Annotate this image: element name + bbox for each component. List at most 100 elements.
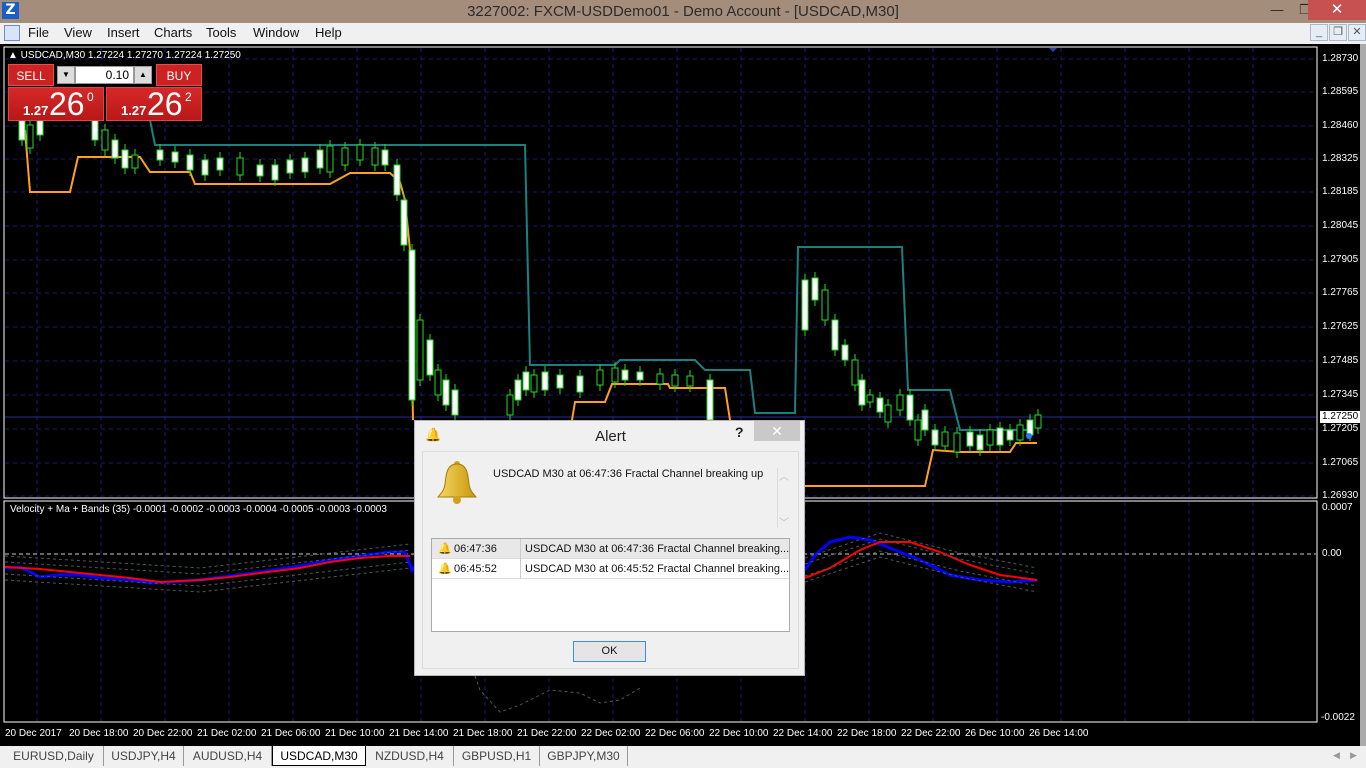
time-axis-label: 22 Dec 02:00	[581, 728, 641, 739]
time-axis-label: 21 Dec 06:00	[261, 728, 321, 739]
tab-nzdusd-h4[interactable]: NZDUSD,H4	[366, 746, 454, 766]
sell-price-prefix: 1.27	[23, 103, 49, 118]
lot-size-input[interactable]: 0.10	[75, 66, 134, 84]
candle-body	[541, 371, 549, 391]
scroll-tabs-right-icon[interactable]: ▶	[1350, 750, 1357, 761]
alert-title: Alert	[595, 428, 626, 445]
list-item[interactable]: 🔔 06:45:52 USDCAD M30 at 06:45:52 Fracta…	[432, 559, 789, 579]
alert-history-message: USDCAD M30 at 06:45:52 Fractal Channel b…	[525, 563, 790, 575]
candle-body	[91, 119, 99, 141]
scroll-up-icon[interactable]: ︿	[779, 468, 789, 483]
tab-usdjpy-h4[interactable]: USDJPY,H4	[104, 746, 184, 766]
candle-body	[811, 277, 819, 301]
price-axis-label: 1.27485	[1322, 355, 1359, 366]
price-axis-label: 1.27205	[1322, 423, 1359, 434]
candle-body	[186, 154, 194, 171]
alert-content: USDCAD M30 at 06:47:36 Fractal Channel b…	[422, 451, 799, 669]
candle-body	[316, 149, 324, 169]
price-axis-label: 1.27905	[1322, 254, 1359, 265]
candle-body	[996, 427, 1004, 446]
candle-body	[706, 379, 714, 421]
scroll-down-icon[interactable]: ﹀	[779, 514, 789, 529]
candle-body	[576, 375, 584, 393]
candle-body	[821, 289, 829, 321]
alert-close-button[interactable]: ✕	[754, 421, 800, 441]
candle-body	[356, 144, 364, 161]
price-axis-label: 1.26930	[1322, 490, 1359, 501]
tab-gbpusd-h1[interactable]: GBPUSD,H1	[454, 746, 540, 766]
lot-decrease-button[interactable]: ▼	[57, 66, 75, 84]
candle-body	[393, 164, 401, 196]
candle-body	[236, 157, 244, 176]
column-divider	[520, 539, 521, 559]
alert-history-list[interactable]: 🔔 06:47:36 USDCAD M30 at 06:47:36 Fracta…	[431, 538, 790, 632]
vertical-scrollbar[interactable]	[1360, 44, 1366, 746]
candle-body	[131, 154, 139, 169]
candle-body	[841, 344, 849, 361]
scroll-tabs-left-icon[interactable]: ◀	[1333, 750, 1340, 761]
bell-icon: 🔔	[438, 543, 452, 555]
price-axis-label: 1.28045	[1322, 220, 1359, 231]
candle-body	[914, 419, 922, 441]
price-axis-label: 1.27625	[1322, 321, 1359, 332]
price-axis-label: 1.27065	[1322, 457, 1359, 468]
sell-button[interactable]: SELL	[8, 64, 54, 86]
candle-body	[301, 157, 309, 173]
candle-body	[530, 374, 538, 393]
candle-body	[26, 124, 34, 149]
candle-body	[966, 431, 974, 447]
tab-usdcad-m30[interactable]: USDCAD,M30	[272, 746, 366, 766]
buy-button[interactable]: BUY	[156, 64, 202, 86]
candle-body	[1034, 414, 1042, 429]
candle-body	[442, 379, 450, 406]
candle-body	[381, 149, 389, 166]
candle-body	[451, 389, 459, 416]
buy-price-button[interactable]: 1.27 26 2	[106, 86, 202, 122]
candle-body	[671, 374, 679, 387]
help-button[interactable]: ?	[735, 424, 744, 440]
ok-button[interactable]: OK	[573, 641, 646, 662]
chart-header: ▲ USDCAD,M30 1.27224 1.27270 1.27224 1.2…	[8, 50, 241, 61]
candle-body	[851, 359, 859, 386]
candle-body	[596, 369, 604, 386]
alert-message: USDCAD M30 at 06:47:36 Fractal Channel b…	[493, 468, 764, 480]
current-price-label: 1.27250	[1320, 411, 1360, 423]
candle-body	[514, 379, 522, 401]
indicator-axis-label: -0.0022	[1321, 712, 1355, 723]
candle-body	[686, 375, 694, 387]
candle-body	[931, 429, 939, 446]
alert-time: 06:45:52	[454, 563, 497, 575]
column-divider	[520, 559, 521, 579]
candle-body	[986, 429, 994, 446]
alert-history-message: USDCAD M30 at 06:47:36 Fractal Channel b…	[525, 543, 790, 555]
candle-body	[884, 404, 892, 423]
candle-body	[522, 371, 530, 391]
price-axis-label: 1.27765	[1322, 287, 1359, 298]
lot-increase-button[interactable]: ▲	[134, 66, 152, 84]
message-scrollbar[interactable]	[777, 468, 778, 528]
sell-price-button[interactable]: 1.27 26 0	[8, 86, 104, 122]
list-item[interactable]: 🔔 06:47:36 USDCAD M30 at 06:47:36 Fracta…	[432, 539, 789, 559]
candle-body	[611, 367, 619, 383]
candle-body	[953, 432, 961, 453]
time-axis-label: 26 Dec 14:00	[1029, 728, 1089, 739]
candle-body	[434, 369, 442, 396]
candle-body	[326, 145, 334, 173]
time-axis-label: 22 Dec 22:00	[901, 728, 961, 739]
candle-body	[271, 164, 279, 181]
candle-body	[941, 431, 949, 447]
tab-gbpjpy-m30[interactable]: GBPJPY,M30	[540, 746, 628, 766]
candle-body	[416, 319, 424, 381]
candle-body	[976, 434, 984, 451]
candle-body	[286, 159, 294, 174]
candle-body	[171, 151, 179, 163]
candle-body	[506, 394, 514, 416]
price-axis-label: 1.28595	[1322, 86, 1359, 97]
candle-body	[801, 279, 809, 331]
sell-price-pips: 26	[49, 86, 85, 122]
price-axis-label: 1.28325	[1322, 153, 1359, 164]
tab-audusd-h4[interactable]: AUDUSD,H4	[184, 746, 272, 766]
candle-body	[400, 199, 408, 246]
fractal-signal-dot	[1026, 433, 1032, 439]
tab-eurusd-daily[interactable]: EURUSD,Daily	[4, 746, 104, 766]
